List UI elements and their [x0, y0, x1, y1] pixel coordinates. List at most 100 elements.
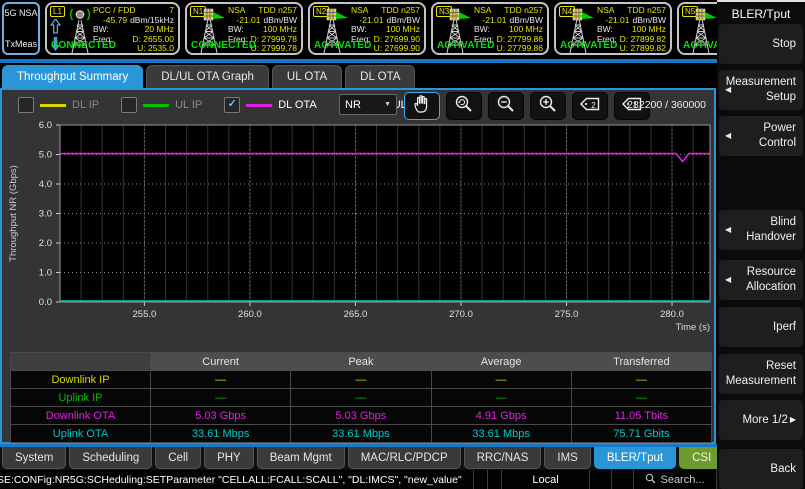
- softkey-sidebar: BLER/Tput Stop ◀Measurement Setup ◀Power C…: [717, 0, 805, 489]
- search-box[interactable]: Search...: [633, 470, 717, 489]
- sidebar-button-iperf[interactable]: Iperf: [719, 307, 803, 347]
- legend-checkbox-dl-ota[interactable]: ✓: [224, 97, 240, 113]
- table-header-peak: Peak: [291, 353, 431, 371]
- legend-checkbox-dl-ip[interactable]: [18, 97, 34, 113]
- search-placeholder: Search...: [660, 474, 704, 486]
- cell-status-strip: 5G NSA TxMeas L1PCC / FDD7-45.79dBm/15kH…: [0, 0, 717, 59]
- cell-status-box-n2[interactable]: N2NSATDD n257-21.01dBm/BWBW:100 MHzFreq:…: [308, 2, 426, 55]
- cell-status-box-l1[interactable]: L1PCC / FDD7-45.79dBm/15kHzBW:20 MHzFreq…: [45, 2, 180, 55]
- bottom-tab-scheduling[interactable]: Scheduling: [69, 447, 152, 469]
- row-value: 11.05 Tbits: [571, 407, 711, 425]
- tab-dl-ul-ota-graph[interactable]: DL/UL OTA Graph: [146, 65, 269, 88]
- status-segment: [589, 470, 611, 489]
- sidebar-button-resource-allocation[interactable]: ◀Resource Allocation: [719, 260, 803, 300]
- sidebar-button-power-control[interactable]: ◀Power Control: [719, 116, 803, 156]
- submenu-right-arrow-icon: ▶: [790, 415, 796, 425]
- bottom-tab-bler-tput[interactable]: BLER/Tput: [594, 447, 676, 469]
- svg-text:0.0: 0.0: [39, 297, 52, 308]
- tech-selector-value: NR: [345, 99, 361, 111]
- bottom-tab-phy[interactable]: PHY: [204, 447, 254, 469]
- row-value: —: [571, 389, 711, 407]
- scpi-command-text: SE:CONFig:NR5G:SCHeduling:SETParameter "…: [0, 474, 473, 486]
- throughput-summary-panel: DL IPUL IP✓DL OTA✓UL OTA NR ▼ 21 282200 …: [0, 88, 716, 444]
- antenna-icon: [315, 8, 349, 59]
- bottom-tab-mac-rlc-pdcp[interactable]: MAC/RLC/PDCP: [348, 447, 461, 469]
- sidebar-button-label: Stop: [772, 37, 796, 52]
- legend-label: UL IP: [175, 99, 202, 111]
- row-value: —: [431, 389, 571, 407]
- table-row-downlink-ip: Downlink IP————: [11, 371, 712, 389]
- row-value: 33.61 Mbps: [291, 425, 431, 443]
- view-tab-bar: Throughput SummaryDL/UL OTA GraphUL OTAD…: [2, 65, 415, 88]
- sidebar-button-more-1-2[interactable]: More 1/2▶: [719, 400, 803, 440]
- cell-status-box-n4[interactable]: N4NSATDD n257-21.01dBm/BWBW:100 MHzFreq:…: [554, 2, 672, 55]
- local-button[interactable]: Local: [501, 470, 589, 489]
- row-value: 4.91 Gbps: [431, 407, 571, 425]
- row-value: —: [571, 371, 711, 389]
- freq-ul-value: U: 27799.86: [497, 44, 543, 54]
- sidebar-button-back[interactable]: Back: [719, 449, 803, 489]
- mode-line2: TxMeas: [5, 39, 37, 49]
- freq-ul-value: U: 27699.90: [374, 44, 420, 54]
- svg-text:275.0: 275.0: [555, 309, 579, 320]
- legend-item-dl-ip: DL IP: [18, 97, 99, 113]
- tab-throughput-summary[interactable]: Throughput Summary: [2, 65, 143, 88]
- cell-status-label: ACTIVATED: [437, 40, 495, 51]
- row-value: —: [291, 389, 431, 407]
- sidebar-button-label: Back: [770, 462, 796, 477]
- row-value: 33.61 Mbps: [431, 425, 571, 443]
- row-value: 5.03 Gbps: [291, 407, 431, 425]
- mode-box[interactable]: 5G NSA TxMeas: [2, 2, 40, 55]
- table-row-uplink-ota: Uplink OTA33.61 Mbps33.61 Mbps33.61 Mbps…: [11, 425, 712, 443]
- sidebar-button-stop[interactable]: Stop: [719, 24, 803, 64]
- status-segment: [487, 470, 501, 489]
- sidebar-button-label: Resource Allocation: [726, 265, 796, 295]
- table-row-uplink-ip: Uplink IP————: [11, 389, 712, 407]
- cell-status-box-n1[interactable]: N1NSATDD n257-21.01dBm/BWBW:100 MHzFreq:…: [185, 2, 303, 55]
- legend-line-swatch: [40, 104, 66, 107]
- svg-text:2.0: 2.0: [39, 238, 52, 249]
- bottom-tab-rrc-nas[interactable]: RRC/NAS: [464, 447, 542, 469]
- submenu-left-arrow-icon: ◀: [725, 275, 731, 285]
- svg-text:5.0: 5.0: [39, 150, 52, 161]
- bottom-tab-cell[interactable]: Cell: [155, 447, 201, 469]
- legend-checkbox-ul-ip[interactable]: [121, 97, 137, 113]
- row-value: —: [431, 371, 571, 389]
- tech-selector-dropdown[interactable]: NR ▼: [339, 94, 397, 115]
- strip-divider: [0, 59, 717, 63]
- freq-ul-value: U: 27899.82: [620, 44, 666, 54]
- cell-status-box-n3[interactable]: N3NSATDD n257-21.01dBm/BWBW:100 MHzFreq:…: [431, 2, 549, 55]
- legend-line-swatch: [246, 104, 272, 107]
- sidebar-title: BLER/Tput: [717, 7, 805, 21]
- sidebar-button-blind-handover[interactable]: ◀Blind Handover: [719, 210, 803, 250]
- table-header-corner: [11, 353, 151, 371]
- y-axis-label: Throughput NR (Gbps): [8, 165, 19, 262]
- row-value: —: [151, 371, 291, 389]
- table-body: Downlink IP————Uplink IP————Downlink OTA…: [11, 371, 712, 443]
- bottom-tab-system[interactable]: System: [2, 447, 66, 469]
- bottom-tab-beam-mgmt[interactable]: Beam Mgmt: [257, 447, 345, 469]
- tab-dl-ota[interactable]: DL OTA: [345, 65, 415, 88]
- legend-item-dl-ota: ✓ DL OTA: [224, 97, 317, 113]
- row-value: —: [291, 371, 431, 389]
- svg-text:6.0: 6.0: [39, 120, 52, 131]
- svg-text:270.0: 270.0: [449, 309, 473, 320]
- status-segment: [473, 470, 487, 489]
- table-header-row: CurrentPeakAverageTransferred: [11, 353, 712, 371]
- sidebar-button-measurement-setup[interactable]: ◀Measurement Setup: [719, 70, 803, 110]
- legend-label: DL OTA: [278, 99, 317, 111]
- legend-line-swatch: [143, 104, 169, 107]
- svg-text:260.0: 260.0: [238, 309, 262, 320]
- tab-ul-ota[interactable]: UL OTA: [272, 65, 342, 88]
- bottom-tab-ims[interactable]: IMS: [544, 447, 590, 469]
- category-tab-bar: SystemSchedulingCellPHYBeam MgmtMAC/RLC/…: [0, 444, 717, 470]
- legend-label: DL IP: [72, 99, 99, 111]
- cell-status-box-n5[interactable]: N5ACTIVATED: [677, 2, 717, 55]
- row-value: 75.71 Gbits: [571, 425, 711, 443]
- svg-text:280.0: 280.0: [660, 309, 684, 320]
- marker-2-icon: 2: [578, 94, 602, 119]
- sidebar-button-reset-measurement[interactable]: Reset Measurement: [719, 354, 803, 394]
- svg-text:3.0: 3.0: [39, 209, 52, 220]
- freq-ul-value: U: 27999.78: [251, 44, 297, 54]
- throughput-chart[interactable]: 255.0260.0265.0270.0275.0280.00.01.02.03…: [2, 116, 716, 338]
